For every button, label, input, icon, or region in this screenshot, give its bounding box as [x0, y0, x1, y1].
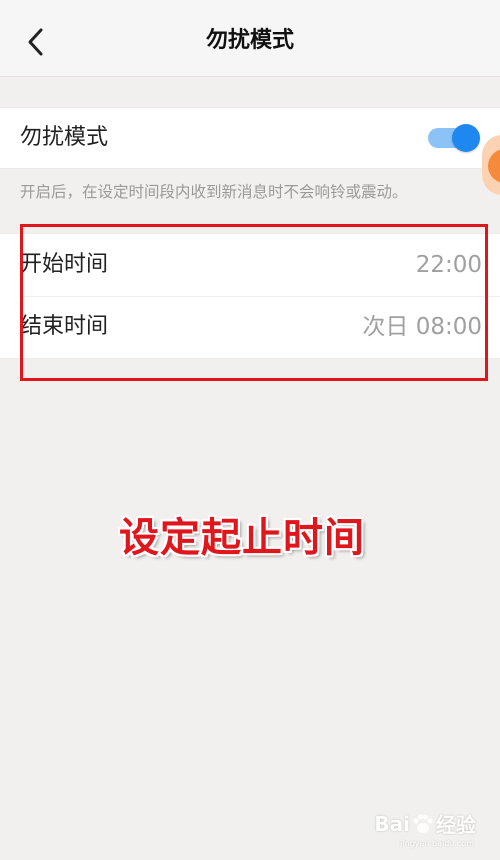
- watermark-url: jingyan.baidu.com: [400, 839, 474, 848]
- dnd-setting-row: 勿扰模式: [0, 107, 500, 169]
- baidu-jingyan-watermark: Bai 经验 jingyan.baidu.com: [374, 809, 476, 849]
- toggle-knob: [452, 124, 480, 152]
- paw-icon: [413, 814, 433, 833]
- annotation-caption: 设定起止时间: [119, 515, 365, 561]
- navigation-bar: 勿扰模式: [0, 6, 500, 76]
- dnd-label: 勿扰模式: [20, 125, 109, 150]
- dnd-hint-text: 开启后，在设定时间段内收到新消息时不会响铃或震动。: [20, 183, 408, 201]
- annotation-highlight-box: [20, 224, 488, 381]
- watermark-brand-right: 经验: [436, 813, 476, 837]
- watermark-brand-left: Bai: [374, 811, 410, 836]
- nav-divider: [0, 76, 500, 77]
- page-title: 勿扰模式: [205, 28, 294, 53]
- dnd-toggle[interactable]: [428, 124, 480, 152]
